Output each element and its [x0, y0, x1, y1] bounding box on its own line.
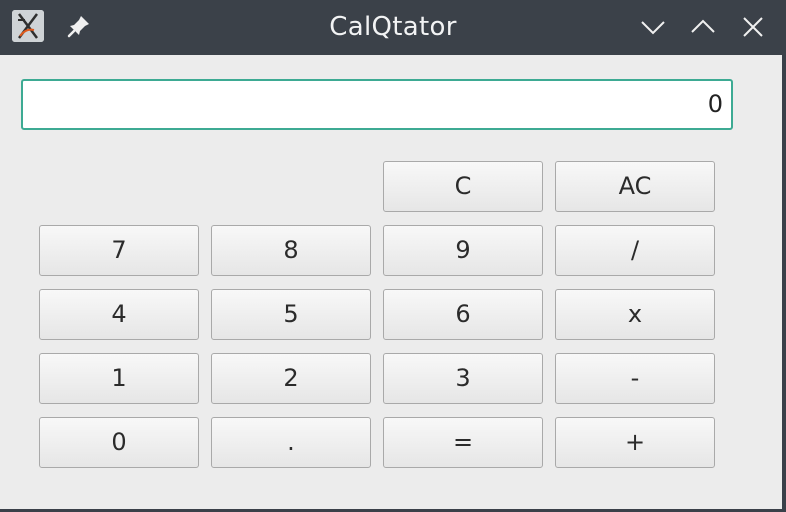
divide-button[interactable]: /: [555, 225, 715, 276]
all-clear-button[interactable]: AC: [555, 161, 715, 212]
digit-7-button[interactable]: 7: [39, 225, 199, 276]
display-field[interactable]: 0: [21, 79, 733, 130]
digit-8-button[interactable]: 8: [211, 225, 371, 276]
digit-2-button[interactable]: 2: [211, 353, 371, 404]
chevron-down-icon[interactable]: [639, 13, 667, 41]
equals-button[interactable]: =: [383, 417, 543, 468]
digit-0-button[interactable]: 0: [39, 417, 199, 468]
title-bar[interactable]: CalQtator: [0, 0, 786, 55]
close-icon[interactable]: [739, 13, 767, 41]
subtract-button[interactable]: -: [555, 353, 715, 404]
decimal-button[interactable]: .: [211, 417, 371, 468]
calculator-window: 0 C AC 7 8 9 / 4 5 6 x 1 2 3 - 0 . = +: [0, 55, 782, 509]
chevron-up-icon[interactable]: [689, 13, 717, 41]
clear-button[interactable]: C: [383, 161, 543, 212]
digit-1-button[interactable]: 1: [39, 353, 199, 404]
digit-5-button[interactable]: 5: [211, 289, 371, 340]
window-title: CalQtator: [329, 12, 457, 42]
digit-4-button[interactable]: 4: [39, 289, 199, 340]
digit-3-button[interactable]: 3: [383, 353, 543, 404]
multiply-button[interactable]: x: [555, 289, 715, 340]
digit-6-button[interactable]: 6: [383, 289, 543, 340]
digit-9-button[interactable]: 9: [383, 225, 543, 276]
add-button[interactable]: +: [555, 417, 715, 468]
